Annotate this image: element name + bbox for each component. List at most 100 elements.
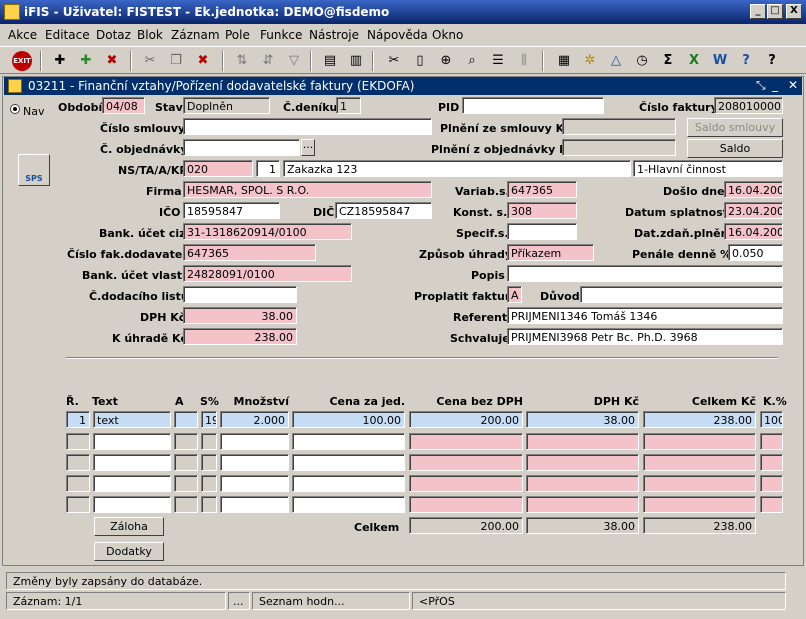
grid-cell-text[interactable] xyxy=(93,475,171,492)
grid-cell-r[interactable] xyxy=(66,496,90,513)
grid-cell-mnozstvi[interactable] xyxy=(220,496,289,513)
proplatit-field[interactable]: A xyxy=(507,286,522,303)
bank-vlastni-field[interactable]: 24828091/0100 xyxy=(183,265,352,282)
grid-cell-text[interactable] xyxy=(93,454,171,471)
lov-button[interactable]: ... xyxy=(301,139,315,156)
zaloha-button[interactable]: Záloha xyxy=(94,517,164,536)
dodatky-button[interactable]: Dodatky xyxy=(94,542,164,561)
grid-cell-k[interactable] xyxy=(760,475,783,492)
grid-cell-cena-jed[interactable] xyxy=(292,454,405,471)
copy-icon[interactable]: ❐ xyxy=(166,51,186,71)
grid-cell-dph[interactable]: 38.00 xyxy=(526,411,639,428)
search-doc-icon[interactable]: ⌕ xyxy=(462,51,482,71)
print-icon[interactable]: ▤ xyxy=(320,51,340,71)
grid-cell-r[interactable] xyxy=(66,475,90,492)
grid-cell-mnozstvi[interactable] xyxy=(220,475,289,492)
close-button[interactable]: X xyxy=(786,4,802,19)
bank-cizi-field[interactable]: 31-1318620914/0100 xyxy=(183,223,352,240)
delete-record-icon[interactable]: ✖ xyxy=(102,51,122,71)
scissors-icon[interactable]: ✂ xyxy=(384,51,404,71)
pid-field[interactable] xyxy=(462,97,604,114)
ta-field[interactable]: 1 xyxy=(256,160,280,177)
referent-field[interactable]: PRIJMENI1346 Tomáš 1346 xyxy=(507,307,783,324)
popis-field[interactable] xyxy=(507,265,783,282)
menu-funkce[interactable]: Funkce xyxy=(260,28,302,42)
k-uhrade-field[interactable]: 238.00 xyxy=(183,328,297,345)
grid-cell-a[interactable] xyxy=(174,433,198,450)
delete-red-icon[interactable]: ✖ xyxy=(193,51,213,71)
menu-zaznam[interactable]: Záznam xyxy=(171,28,220,42)
grid-cell-mnozstvi[interactable] xyxy=(220,454,289,471)
ico-field[interactable]: 18595847 xyxy=(183,202,280,219)
grid-cell-k[interactable] xyxy=(760,454,783,471)
minimize-button[interactable]: _ xyxy=(750,4,766,19)
clock-icon[interactable]: ◷ xyxy=(632,51,652,71)
grid-cell-s[interactable]: 19 xyxy=(201,411,217,428)
grid-cell-cena-bez[interactable] xyxy=(409,433,523,450)
grid-cell-s[interactable] xyxy=(201,433,217,450)
document-icon[interactable]: ▯ xyxy=(410,51,430,71)
zdan-field[interactable]: 16.04.2008 xyxy=(724,223,783,240)
nav-radio[interactable] xyxy=(10,104,20,114)
ns-field[interactable]: 020 xyxy=(183,160,253,177)
grid-cell-dph[interactable] xyxy=(526,433,639,450)
duvod-field[interactable] xyxy=(580,286,783,303)
triangle-icon[interactable]: △ xyxy=(606,51,626,71)
menu-okno[interactable]: Okno xyxy=(432,28,463,42)
specif-field[interactable] xyxy=(507,223,577,240)
variab-field[interactable]: 647365 xyxy=(507,181,577,198)
menu-napoveda[interactable]: Nápověda xyxy=(367,28,428,42)
doslo-field[interactable]: 16.04.2008 xyxy=(724,181,783,198)
schvaluje-field[interactable]: PRIJMENI3968 Petr Bc. Ph.D. 3968 xyxy=(507,328,783,345)
grid-cell-cena-bez[interactable] xyxy=(409,475,523,492)
cinnost-field[interactable]: 1-Hlavní činnost xyxy=(633,160,783,177)
dic-field[interactable]: CZ18595847 xyxy=(335,202,432,219)
grid-cell-k[interactable] xyxy=(760,496,783,513)
minimize-form-icon[interactable]: _ xyxy=(772,78,778,92)
saldo-smlouvy-button[interactable]: Saldo smlouvy xyxy=(687,118,783,137)
cut-icon[interactable]: ✂ xyxy=(140,51,160,71)
grid-cell-s[interactable] xyxy=(201,454,217,471)
dph-field[interactable]: 38.00 xyxy=(183,307,297,324)
grid-cell-s[interactable] xyxy=(201,496,217,513)
grid-cell-r[interactable]: 1 xyxy=(66,411,90,428)
grid-cell-r[interactable] xyxy=(66,433,90,450)
grid-cell-celkem[interactable] xyxy=(643,475,756,492)
dodaci-field[interactable] xyxy=(183,286,297,303)
grid-cell-a[interactable] xyxy=(174,475,198,492)
filter-icon[interactable]: ▽ xyxy=(284,51,304,71)
excel-icon[interactable]: X xyxy=(684,51,704,71)
grid-cell-k[interactable]: 100 xyxy=(760,411,783,428)
maximize-button[interactable]: □ xyxy=(767,4,783,19)
grid-cell-cena-bez[interactable]: 200.00 xyxy=(409,411,523,428)
print-preview-icon[interactable]: ▥ xyxy=(346,51,366,71)
attach-icon[interactable]: ⊕ xyxy=(436,51,456,71)
grid-cell-text[interactable] xyxy=(93,496,171,513)
obdobi-field[interactable]: 04/08 xyxy=(102,97,145,114)
sps-button[interactable]: SPS xyxy=(18,154,50,186)
grid-cell-cena-jed[interactable]: 100.00 xyxy=(292,411,405,428)
c-objednavky-field[interactable] xyxy=(183,139,300,156)
grid-cell-cena-bez[interactable] xyxy=(409,496,523,513)
restore-icon[interactable]: ⤡ xyxy=(756,78,766,93)
grid-cell-celkem[interactable]: 238.00 xyxy=(643,411,756,428)
sort-desc-icon[interactable]: ⇵ xyxy=(258,51,278,71)
firma-field[interactable]: HESMAR, SPOL. S R.O. xyxy=(183,181,432,198)
calculator-icon[interactable]: ▦ xyxy=(554,51,574,71)
konst-field[interactable]: 308 xyxy=(507,202,577,219)
menu-pole[interactable]: Pole xyxy=(225,28,250,42)
grid-cell-cena-jed[interactable] xyxy=(292,433,405,450)
grid-cell-celkem[interactable] xyxy=(643,454,756,471)
menu-nastroje[interactable]: Nástroje xyxy=(309,28,359,42)
exit-icon[interactable]: EXIT xyxy=(12,51,32,71)
help-icon[interactable]: ? xyxy=(736,51,756,71)
grid-cell-text[interactable]: text xyxy=(93,411,171,428)
settings-icon[interactable]: ✲ xyxy=(580,51,600,71)
grid-cell-r[interactable] xyxy=(66,454,90,471)
columns-icon[interactable]: ⫼ xyxy=(514,51,534,71)
menu-dotaz[interactable]: Dotaz xyxy=(96,28,131,42)
add-green-icon[interactable]: ✚ xyxy=(76,51,96,71)
grid-cell-mnozstvi[interactable]: 2.000 xyxy=(220,411,289,428)
penale-field[interactable]: 0.050 xyxy=(728,244,783,261)
list-icon[interactable]: ☰ xyxy=(488,51,508,71)
